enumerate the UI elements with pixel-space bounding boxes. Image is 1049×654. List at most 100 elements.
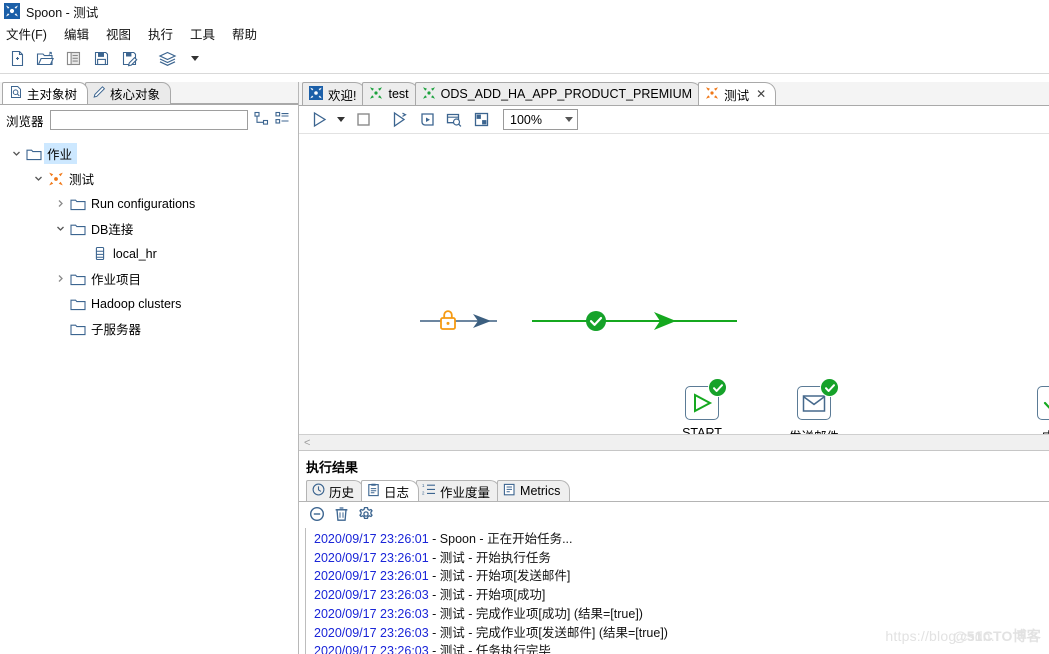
layers-button[interactable] <box>154 47 180 71</box>
tab-welcome[interactable]: 欢迎! <box>302 82 367 105</box>
debug-button[interactable] <box>414 108 440 132</box>
job-icon <box>705 86 719 103</box>
inspect-button[interactable] <box>441 108 467 132</box>
left-panel-tabs: 主对象树 核心对象 <box>0 82 298 105</box>
node-success[interactable]: 成功 <box>1037 386 1049 434</box>
metrics-icon <box>503 483 516 499</box>
clock-icon <box>312 483 325 499</box>
execution-results-panel: 执行结果 历史 日志 1 2 作业度量 Metrics 2020/09/17 2… <box>299 450 1049 654</box>
transformation-icon <box>369 86 383 103</box>
menu-edit[interactable]: 编辑 <box>64 24 89 43</box>
menu-run[interactable]: 执行 <box>148 24 173 43</box>
tab-label: 作业度量 <box>440 485 491 500</box>
toolbar-dropdown-button[interactable] <box>182 47 208 71</box>
folder-icon <box>24 147 44 161</box>
stop-button[interactable] <box>350 108 376 132</box>
tree-item-db-connections[interactable]: DB连接 <box>0 216 298 241</box>
canvas-horizontal-scrollbar[interactable]: < <box>299 434 1049 450</box>
lock-icon[interactable] <box>440 310 456 330</box>
play-icon <box>694 393 713 413</box>
tree-item-label: Run configurations <box>91 196 196 211</box>
run-options-button[interactable] <box>333 117 349 122</box>
tree-item-label: Hadoop clusters <box>91 296 182 311</box>
node-label: START <box>682 426 722 434</box>
scroll-left-arrow[interactable]: < <box>304 437 310 449</box>
explorer-button[interactable] <box>60 47 86 71</box>
tab-history[interactable]: 历史 <box>306 480 365 501</box>
tab-job-metrics[interactable]: 1 2 作业度量 <box>416 480 501 501</box>
tree-item-job-entries[interactable]: 作业项目 <box>0 266 298 291</box>
clear-log-button[interactable] <box>309 506 325 525</box>
tree-item-local-hr[interactable]: local_hr <box>0 241 298 266</box>
job-canvas[interactable]: START 发送邮件 <box>299 134 1049 434</box>
left-panel: 主对象树 核心对象 浏览器 作业 测试 Run configurations D… <box>0 82 299 654</box>
node-box[interactable] <box>1037 386 1049 420</box>
folder-icon <box>68 297 88 311</box>
node-start[interactable]: START <box>682 378 727 434</box>
tab-label: 测试 <box>724 88 750 103</box>
node-box[interactable] <box>685 378 727 420</box>
canvas-toolbar: 100% <box>299 106 1049 134</box>
tree-item-job-ceshi[interactable]: 测试 <box>0 166 298 191</box>
tab-core-objects[interactable]: 核心对象 <box>85 82 172 104</box>
tab-ceshi[interactable]: 测试 ✕ <box>698 82 777 105</box>
tab-test[interactable]: test <box>362 82 419 105</box>
collapse-tree-icon[interactable] <box>275 111 290 129</box>
log-message: - Spoon - 正在开始任务... <box>428 532 573 546</box>
log-line: 2020/09/17 23:26:03 - 测试 - 开始项[成功] <box>314 586 1049 605</box>
tab-main-object-tree[interactable]: 主对象树 <box>2 82 89 104</box>
tab-label: 主对象树 <box>27 88 78 102</box>
log-timestamp: 2020/09/17 23:26:03 <box>314 588 429 603</box>
tree-item-slave-servers[interactable]: 子服务器 <box>0 316 298 341</box>
expand-tree-icon[interactable] <box>254 111 269 129</box>
menu-view[interactable]: 视图 <box>106 24 131 43</box>
tree-item-jobs[interactable]: 作业 <box>0 141 298 166</box>
zoom-combo[interactable]: 100% <box>503 109 578 130</box>
tree-item-hadoop-clusters[interactable]: Hadoop clusters <box>0 291 298 316</box>
folder-icon <box>68 197 88 211</box>
log-message: - 测试 - 开始执行任务 <box>428 550 551 565</box>
close-icon[interactable]: ✕ <box>756 88 766 100</box>
preview-button[interactable] <box>387 108 413 132</box>
tab-metrics[interactable]: Metrics <box>497 480 571 501</box>
tree-item-run-configurations[interactable]: Run configurations <box>0 191 298 216</box>
log-line: 2020/09/17 23:26:03 - 测试 - 完成作业项[成功] (结果… <box>314 605 1049 624</box>
results-tab-bar: 历史 日志 1 2 作业度量 Metrics <box>299 480 1049 502</box>
svg-text:1: 1 <box>422 483 425 488</box>
tab-log[interactable]: 日志 <box>361 480 420 501</box>
zoom-value: 100% <box>510 112 542 127</box>
log-timestamp: 2020/09/17 23:26:03 <box>314 606 429 621</box>
chevron-right-icon[interactable] <box>52 199 68 208</box>
chevron-down-icon[interactable] <box>52 224 68 233</box>
node-send-mail[interactable]: 发送邮件 <box>789 378 839 434</box>
save-as-button[interactable] <box>116 47 142 71</box>
log-timestamp: 2020/09/17 23:26:01 <box>314 569 429 584</box>
new-file-button[interactable] <box>4 47 30 71</box>
menu-file[interactable]: 文件(F) <box>6 24 47 43</box>
gear-icon[interactable] <box>358 506 374 525</box>
job-graph-connections <box>420 310 737 331</box>
transformation-icon <box>422 86 436 103</box>
open-file-button[interactable] <box>32 47 58 71</box>
tree-item-label: 作业 <box>44 143 78 164</box>
save-button[interactable] <box>88 47 114 71</box>
log-message: - 测试 - 完成作业项[成功] (结果=[true]) <box>428 606 643 621</box>
check-icon <box>1043 401 1049 409</box>
chevron-right-icon[interactable] <box>52 274 68 283</box>
tab-label: Metrics <box>520 484 561 498</box>
log-output[interactable]: 2020/09/17 23:26:01 - Spoon - 正在开始任务... … <box>305 528 1049 654</box>
trash-icon[interactable] <box>334 506 349 525</box>
run-button[interactable] <box>306 108 332 132</box>
grid-button[interactable] <box>468 108 494 132</box>
browser-search-input[interactable] <box>49 110 248 130</box>
menu-help[interactable]: 帮助 <box>232 24 257 43</box>
editor-tab-bar: 欢迎! test ODS_ADD_HA_APP_PRODUCT_PREMIUM … <box>299 82 1049 106</box>
menu-tools[interactable]: 工具 <box>190 24 215 43</box>
object-tree: 作业 测试 Run configurations DB连接 local_hr 作… <box>0 135 298 654</box>
node-box[interactable] <box>797 378 839 420</box>
tab-ods-add-ha-app-product-premium[interactable]: ODS_ADD_HA_APP_PRODUCT_PREMIUM <box>414 82 703 105</box>
log-timestamp: 2020/09/17 23:26:01 <box>314 550 429 565</box>
chevron-down-icon[interactable] <box>8 149 24 158</box>
chevron-down-icon[interactable] <box>30 174 46 183</box>
metrics-list-icon: 1 2 <box>422 483 436 499</box>
